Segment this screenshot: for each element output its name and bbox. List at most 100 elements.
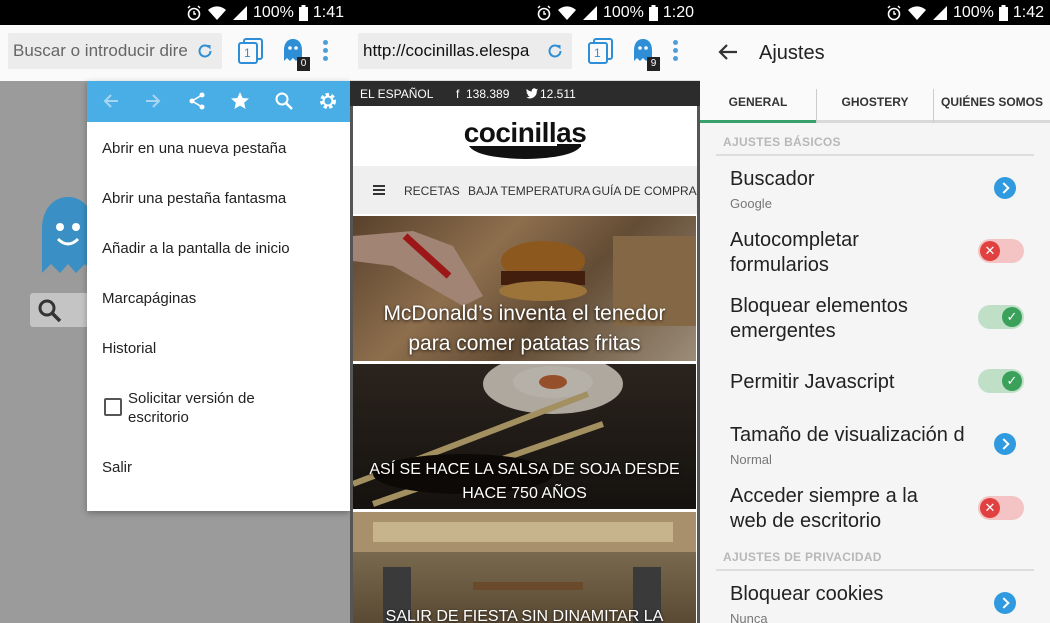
signal-icon — [232, 5, 247, 20]
cookies-chevron-icon[interactable] — [994, 592, 1016, 614]
search-engine-chevron-icon[interactable] — [994, 177, 1016, 199]
desktop-version-checkbox[interactable] — [104, 398, 122, 416]
menu-item-history[interactable]: Historial — [102, 340, 156, 357]
back-arrow-icon[interactable] — [718, 43, 738, 61]
menu-item-exit[interactable]: Salir — [102, 459, 132, 476]
restaurant-photo — [353, 512, 696, 623]
setting-popups-line1[interactable]: Bloquear elementos — [730, 294, 908, 319]
nav-buying-guide[interactable]: GUÍA DE COMPRA — [592, 184, 697, 198]
status-bar: 100% 1:41 — [0, 0, 350, 25]
menu-item-desktop-line2[interactable]: escritorio — [128, 409, 189, 426]
search-icon[interactable] — [274, 91, 294, 111]
forward-arrow-icon[interactable] — [143, 91, 163, 111]
menu-item-ghost-tab[interactable]: Abrir una pestaña fantasma — [102, 190, 286, 207]
section-divider — [716, 569, 1034, 571]
desktop-toggle[interactable]: ✕ — [978, 496, 1024, 520]
check-icon: ✓ — [1002, 371, 1022, 391]
battery-icon — [298, 4, 308, 21]
plate-logo-icon — [469, 144, 581, 159]
article-card[interactable]: McDonald’s inventa el tenedor para comer… — [353, 216, 696, 361]
setting-cookies[interactable]: Bloquear cookies — [730, 582, 883, 607]
settings-app-bar: Ajustes — [700, 25, 1050, 81]
setting-autofill-line2[interactable]: formularios — [730, 253, 829, 278]
signal-icon — [932, 5, 947, 20]
overflow-menu-icon[interactable] — [323, 40, 329, 62]
site-brand[interactable]: EL ESPAÑOL — [360, 87, 433, 101]
section-privacy-settings: AJUSTES DE PRIVACIDAD — [723, 550, 882, 564]
popups-toggle[interactable]: ✓ — [978, 305, 1024, 329]
status-bar: 100% 1:42 — [700, 0, 1050, 25]
setting-autofill-line1[interactable]: Autocompletar — [730, 228, 859, 253]
wifi-icon — [907, 5, 926, 20]
menu-item-desktop-line1[interactable]: Solicitar versión de — [128, 390, 255, 407]
menu-action-bar — [87, 81, 350, 122]
site-top-strip: EL ESPAÑOL f 138.389 12.511 — [350, 81, 700, 106]
url-input[interactable]: http://cocinillas.elespa — [358, 33, 572, 69]
facebook-icon[interactable]: f — [456, 87, 459, 101]
menu-item-bookmarks[interactable]: Marcapáginas — [102, 290, 196, 307]
tab-general[interactable]: GENERAL — [700, 81, 816, 123]
signal-icon — [582, 5, 597, 20]
alarm-icon — [887, 5, 901, 20]
hamburger-menu-icon[interactable] — [373, 185, 385, 195]
search-icon — [38, 299, 62, 323]
tab-count: 1 — [594, 46, 601, 60]
alarm-icon — [537, 5, 551, 20]
back-arrow-icon[interactable] — [101, 91, 121, 111]
tabs-button[interactable] — [588, 38, 614, 64]
twitter-count: 12.511 — [540, 87, 576, 101]
tabs-button[interactable] — [238, 38, 264, 64]
setting-cookies-value: Nunca — [730, 611, 768, 623]
url-text: http://cocinillas.elespa — [363, 41, 530, 60]
facebook-count: 138.389 — [466, 87, 510, 101]
javascript-toggle[interactable]: ✓ — [978, 369, 1024, 393]
setting-popups-line2[interactable]: emergentes — [730, 319, 836, 344]
setting-display-size-value: Normal — [730, 452, 772, 467]
ghost-badge: 9 — [647, 57, 660, 71]
overflow-menu: Abrir en una nueva pestaña Abrir una pes… — [87, 81, 350, 511]
wifi-icon — [207, 5, 226, 20]
alarm-icon — [187, 5, 201, 20]
ghost-badge: 0 — [297, 57, 310, 71]
setting-search-engine[interactable]: Buscador — [730, 167, 815, 192]
menu-item-add-home[interactable]: Añadir a la pantalla de inicio — [102, 240, 290, 257]
twitter-icon[interactable] — [526, 88, 538, 99]
article-card[interactable]: ASÍ SE HACE LA SALSA DE SOJA DESDE HACE … — [353, 364, 696, 509]
overflow-menu-icon[interactable] — [673, 40, 679, 62]
setting-desktop-line1[interactable]: Acceder siempre a la — [730, 484, 918, 509]
battery-icon — [998, 4, 1008, 21]
gear-icon[interactable] — [318, 91, 338, 111]
edge-shadow — [350, 106, 353, 623]
article-title-line1: McDonald’s inventa el tenedor — [383, 302, 666, 325]
article-title-line1: SALIR DE FIESTA SIN DINAMITAR LA — [385, 608, 664, 623]
setting-javascript[interactable]: Permitir Javascript — [730, 370, 894, 395]
share-icon[interactable] — [187, 91, 207, 111]
reload-icon[interactable] — [196, 42, 214, 60]
site-header: cocinillas — [350, 106, 700, 166]
tab-count: 1 — [244, 46, 251, 60]
battery-percent: 100% — [602, 3, 644, 21]
url-input[interactable]: Buscar o introducir dire — [8, 33, 222, 69]
nav-low-temperature[interactable]: BAJA TEMPERATURA — [468, 184, 590, 198]
close-icon: ✕ — [980, 498, 1000, 518]
display-size-chevron-icon[interactable] — [994, 433, 1016, 455]
setting-display-size[interactable]: Tamaño de visualización d — [730, 423, 990, 448]
menu-item-new-tab[interactable]: Abrir en una nueva pestaña — [102, 140, 286, 157]
reload-icon[interactable] — [546, 42, 564, 60]
browser-menu-panel: 100% 1:41 Buscar o introducir dire 1 0 A… — [0, 0, 350, 623]
autofill-toggle[interactable]: ✕ — [978, 239, 1024, 263]
tab-ghostery[interactable]: GHOSTERY — [817, 81, 933, 123]
clock: 1:42 — [1012, 3, 1044, 21]
article-card[interactable]: SALIR DE FIESTA SIN DINAMITAR LA — [353, 512, 696, 623]
website-panel: 100% 1:20 http://cocinillas.elespa 1 9 E… — [350, 0, 700, 623]
setting-desktop-line2[interactable]: web de escritorio — [730, 509, 881, 534]
battery-icon — [648, 4, 658, 21]
background-search-box — [30, 293, 90, 327]
setting-search-engine-value: Google — [730, 196, 772, 211]
close-icon: ✕ — [980, 241, 1000, 261]
nav-recipes[interactable]: RECETAS — [404, 184, 460, 198]
star-icon[interactable] — [230, 91, 250, 111]
battery-percent: 100% — [952, 3, 994, 21]
site-nav: RECETAS BAJA TEMPERATURA GUÍA DE COMPRA — [350, 166, 700, 214]
tab-about[interactable]: QUIÉNES SOMOS — [934, 81, 1050, 123]
